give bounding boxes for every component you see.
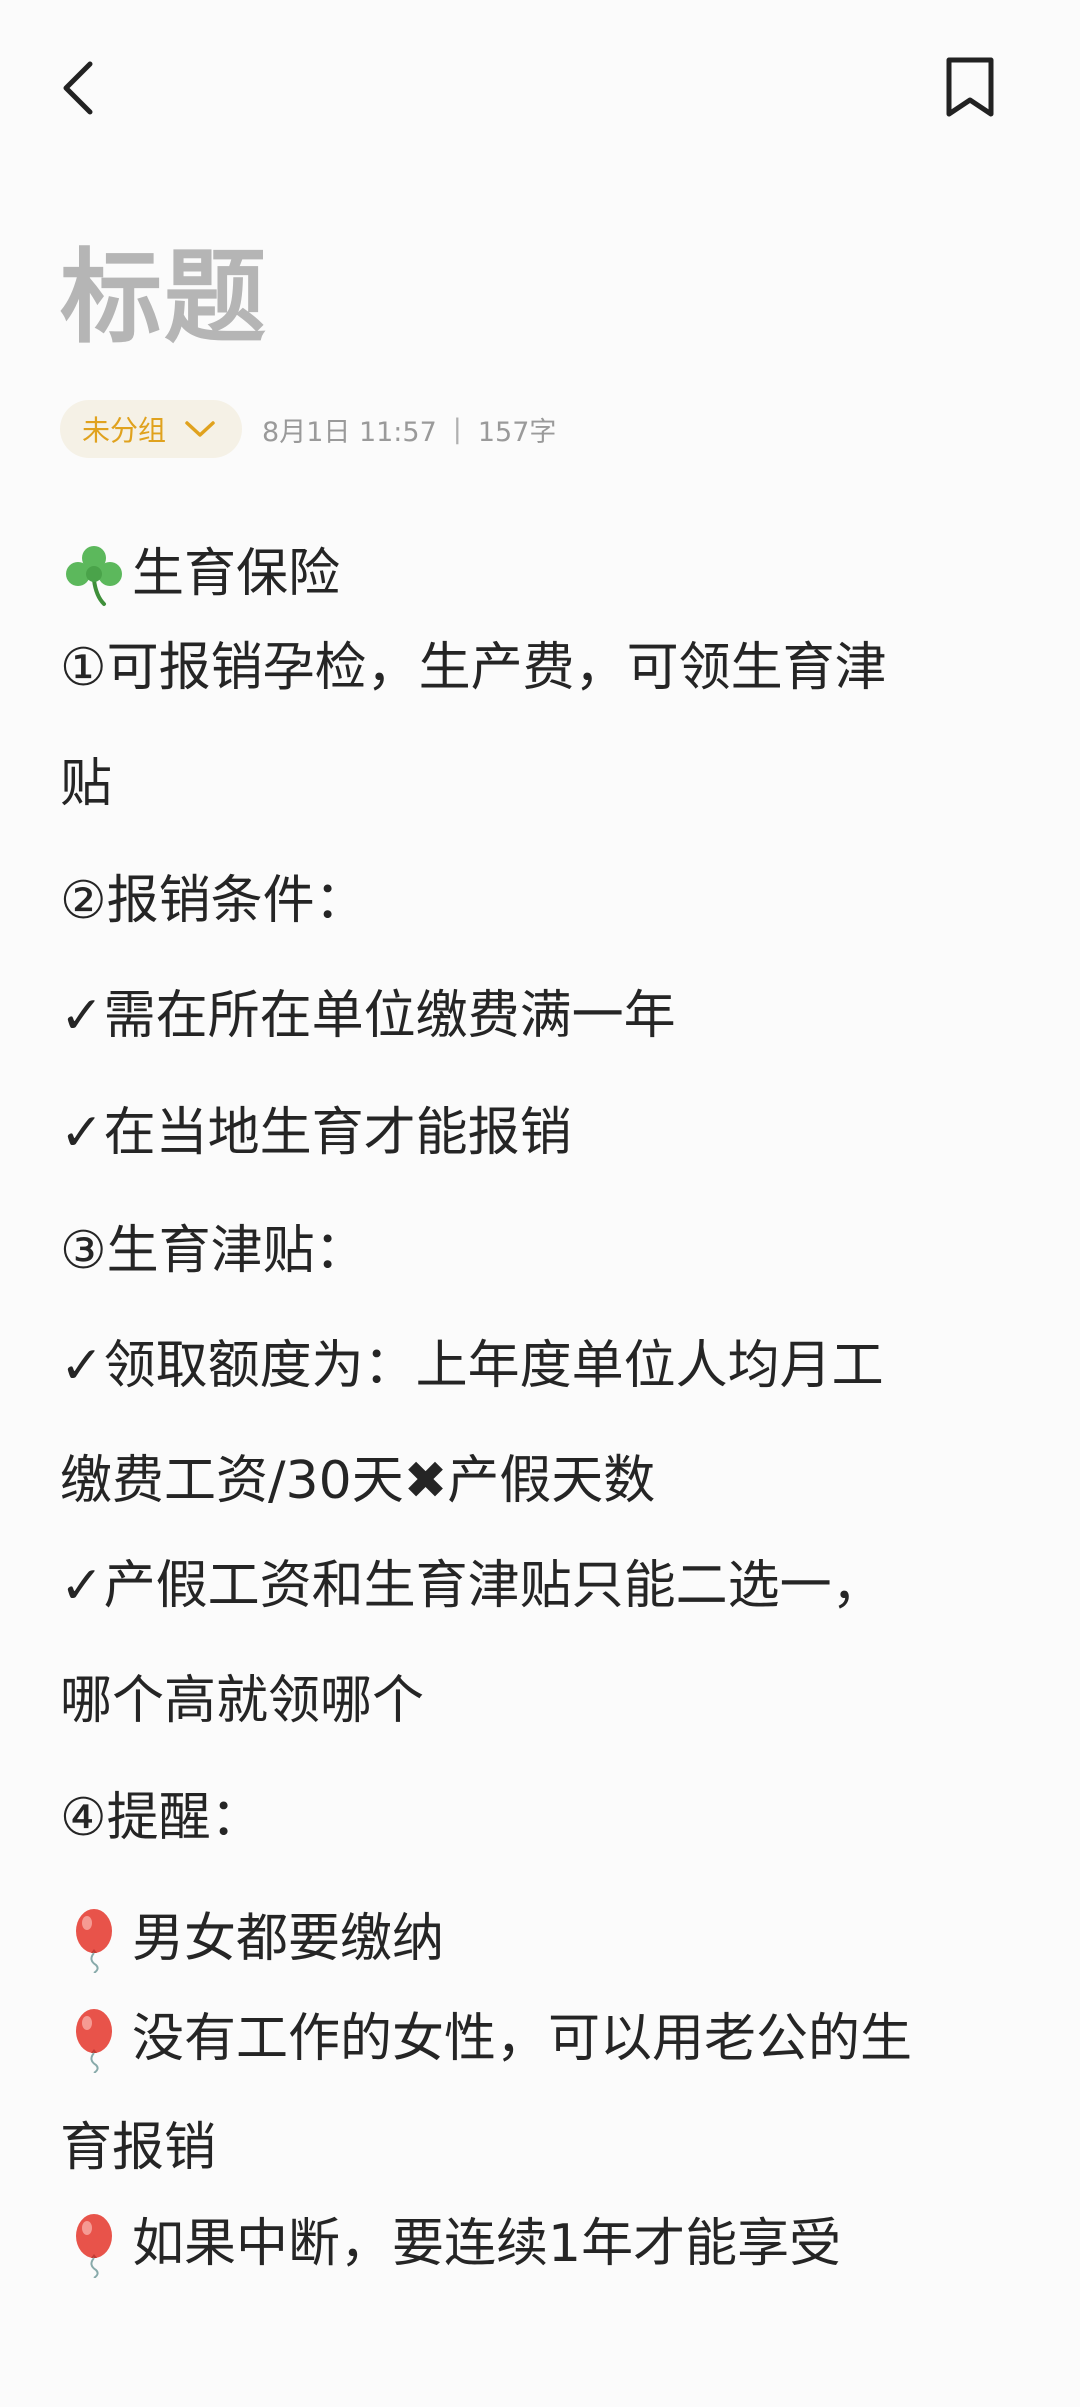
- back-arrow-icon: [58, 58, 98, 122]
- balloon-item: 没有工作的女性，可以用老公的生: [60, 2005, 912, 2074]
- back-button[interactable]: [58, 50, 138, 130]
- note-title[interactable]: 标题: [60, 238, 268, 360]
- note-meta: 未分组 8月1日 11:57 | 157字: [60, 400, 556, 458]
- clover-icon: [60, 540, 128, 608]
- text-line: 缴费工资/30天✖产假天数: [60, 1451, 656, 1511]
- balloon-icon: [60, 2005, 128, 2074]
- bookmark-button[interactable]: [930, 50, 1010, 130]
- text-line: ①可报销孕检，生产费，可领生育津: [60, 638, 887, 698]
- balloon-icon: [60, 2210, 128, 2279]
- balloon-item: 男女都要缴纳: [60, 1905, 444, 1974]
- text-line: ✓需在所在单位缴费满一年: [60, 986, 676, 1046]
- text-line: ②报销条件：: [60, 871, 367, 931]
- group-label: 未分组: [82, 414, 167, 447]
- text-line: ✓在当地生育才能报销: [60, 1103, 572, 1163]
- text-line: ✓领取额度为：上年度单位人均月工: [60, 1336, 884, 1396]
- group-selector[interactable]: 未分组: [60, 400, 243, 458]
- balloon-item: 如果中断，要连续1年才能享受: [60, 2210, 841, 2279]
- section-heading: 生育保险: [60, 540, 340, 608]
- note-date: 8月1日 11:57: [262, 416, 437, 448]
- chevron-down-icon: [184, 419, 216, 439]
- text-line: ④提醒：: [60, 1788, 263, 1848]
- text-line: 育报销: [60, 2118, 217, 2178]
- balloon-icon: [60, 1905, 128, 1974]
- meta-separator: |: [452, 413, 462, 445]
- text-line: 贴: [60, 754, 113, 814]
- word-count: 157字: [477, 416, 557, 448]
- text-line: ③生育津贴：: [60, 1221, 367, 1281]
- note-info: 8月1日 11:57 | 157字: [262, 410, 556, 449]
- text-line: 哪个高就领哪个: [60, 1671, 425, 1731]
- bookmark-icon: [943, 56, 997, 124]
- top-bar: [0, 0, 1080, 180]
- text-line: ✓产假工资和生育津贴只能二选一，: [60, 1556, 884, 1616]
